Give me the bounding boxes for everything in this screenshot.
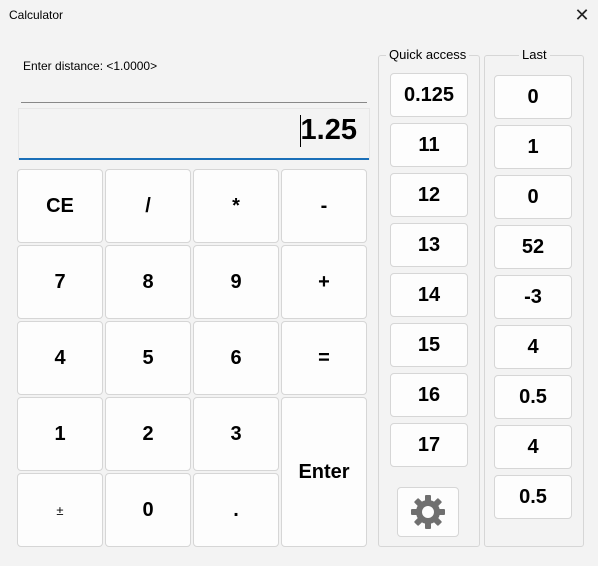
last-item[interactable]: 4 xyxy=(494,425,572,469)
command-prompt: Enter distance: <1.0000> xyxy=(21,54,367,103)
digit-1-button[interactable]: 1 xyxy=(17,397,103,471)
equals-button[interactable]: = xyxy=(281,321,367,395)
subtract-button[interactable]: - xyxy=(281,169,367,243)
quick-access-item[interactable]: 12 xyxy=(390,173,468,217)
digit-0-button[interactable]: 0 xyxy=(105,473,191,547)
enter-button[interactable]: Enter xyxy=(281,397,367,547)
quick-access-title: Quick access xyxy=(386,47,470,62)
quick-access-item[interactable]: 13 xyxy=(390,223,468,267)
last-title: Last xyxy=(519,47,550,62)
quick-access-item[interactable]: 16 xyxy=(390,373,468,417)
last-item[interactable]: 0.5 xyxy=(494,375,572,419)
quick-access-item[interactable]: 15 xyxy=(390,323,468,367)
digit-3-button[interactable]: 3 xyxy=(193,397,279,471)
gear-icon xyxy=(411,495,445,529)
value-display[interactable]: 1.25 xyxy=(18,108,370,160)
digit-2-button[interactable]: 2 xyxy=(105,397,191,471)
digit-9-button[interactable]: 9 xyxy=(193,245,279,319)
close-icon[interactable]: ✕ xyxy=(566,1,598,29)
multiply-button[interactable]: * xyxy=(193,169,279,243)
last-item[interactable]: 0 xyxy=(494,175,572,219)
last-item[interactable]: 0 xyxy=(494,75,572,119)
title-bar: Calculator ✕ xyxy=(0,0,598,30)
last-item[interactable]: 4 xyxy=(494,325,572,369)
last-item[interactable]: 0.5 xyxy=(494,475,572,519)
digit-5-button[interactable]: 5 xyxy=(105,321,191,395)
quick-access-item[interactable]: 17 xyxy=(390,423,468,467)
digit-6-button[interactable]: 6 xyxy=(193,321,279,395)
focus-underline xyxy=(19,158,369,160)
digit-8-button[interactable]: 8 xyxy=(105,245,191,319)
last-item[interactable]: 1 xyxy=(494,125,572,169)
plus-minus-button[interactable]: ± xyxy=(17,473,103,547)
quick-access-item[interactable]: 11 xyxy=(390,123,468,167)
last-item[interactable]: -3 xyxy=(494,275,572,319)
decimal-button[interactable]: . xyxy=(193,473,279,547)
digit-4-button[interactable]: 4 xyxy=(17,321,103,395)
quick-access-item[interactable]: 14 xyxy=(390,273,468,317)
window-title: Calculator xyxy=(9,8,64,22)
last-item[interactable]: 52 xyxy=(494,225,572,269)
add-button[interactable]: + xyxy=(281,245,367,319)
digit-7-button[interactable]: 7 xyxy=(17,245,103,319)
display-value: 1.25 xyxy=(300,114,357,146)
settings-button[interactable] xyxy=(397,487,459,537)
clear-entry-button[interactable]: CE xyxy=(17,169,103,243)
divide-button[interactable]: / xyxy=(105,169,191,243)
prompt-text: Enter distance: <1.0000> xyxy=(23,59,158,73)
quick-access-item[interactable]: 0.125 xyxy=(390,73,468,117)
